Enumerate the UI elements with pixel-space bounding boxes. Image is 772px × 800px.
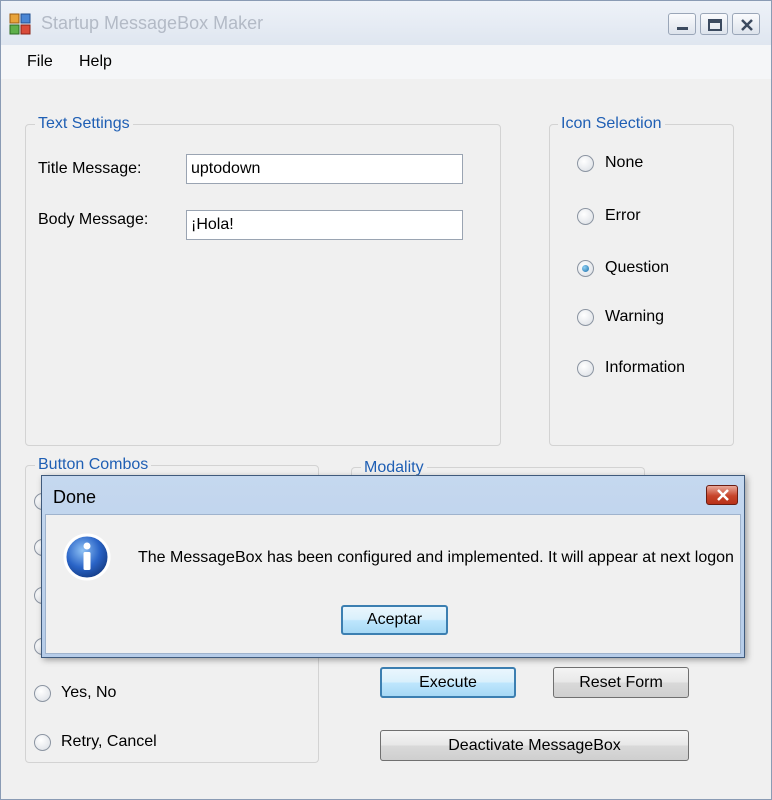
icon-none-radio[interactable] (577, 155, 594, 172)
dialog-body: The MessageBox has been configured and i… (45, 514, 741, 654)
execute-button[interactable]: Execute (380, 667, 516, 698)
icon-warning-radio[interactable] (577, 309, 594, 326)
icon-question-label[interactable]: Question (605, 259, 669, 277)
deactivate-messagebox-button[interactable]: Deactivate MessageBox (380, 730, 689, 761)
minimize-button[interactable] (668, 13, 696, 35)
body-message-input[interactable] (186, 210, 463, 240)
icon-error-label[interactable]: Error (605, 207, 641, 225)
dialog-title: Done (53, 487, 97, 507)
icon-none-label[interactable]: None (605, 154, 643, 172)
menu-file[interactable]: File (27, 53, 53, 71)
combo-retry-cancel-label[interactable]: Retry, Cancel (61, 733, 157, 751)
title-message-input[interactable] (186, 154, 463, 184)
main-window: Startup MessageBox Maker File Help Text … (0, 0, 772, 800)
aceptar-button[interactable]: Aceptar (341, 605, 448, 635)
icon-warning-label[interactable]: Warning (605, 308, 664, 326)
icon-error-radio[interactable] (577, 208, 594, 225)
app-icon (9, 13, 31, 35)
minimize-icon (677, 27, 688, 30)
dialog-close-button[interactable] (706, 485, 738, 505)
button-combos-legend: Button Combos (35, 456, 152, 474)
menu-bar: File Help (1, 45, 771, 79)
title-bar[interactable]: Startup MessageBox Maker (1, 1, 771, 45)
combo-yes-no-label[interactable]: Yes, No (61, 684, 116, 702)
icon-selection-legend: Icon Selection (558, 115, 665, 133)
close-button[interactable] (732, 13, 760, 35)
text-settings-legend: Text Settings (35, 115, 133, 133)
maximize-button[interactable] (700, 13, 728, 35)
icon-information-radio[interactable] (577, 360, 594, 377)
icon-selection-group (549, 124, 734, 446)
close-icon (741, 19, 753, 31)
icon-question-radio[interactable] (577, 260, 594, 277)
title-message-label: Title Message: (38, 160, 142, 177)
menu-help[interactable]: Help (79, 53, 112, 71)
body-message-label: Body Message: (38, 211, 149, 228)
combo-yes-no-radio[interactable] (34, 685, 51, 702)
combo-retry-cancel-radio[interactable] (34, 734, 51, 751)
reset-form-button[interactable]: Reset Form (553, 667, 689, 698)
window-title: Startup MessageBox Maker (41, 13, 264, 33)
done-dialog: Done The MessageBox has been configured (41, 475, 745, 658)
close-icon (717, 489, 729, 501)
maximize-icon (708, 19, 722, 31)
information-icon (62, 532, 112, 587)
dialog-message: The MessageBox has been configured and i… (138, 549, 734, 566)
icon-information-label[interactable]: Information (605, 359, 685, 377)
